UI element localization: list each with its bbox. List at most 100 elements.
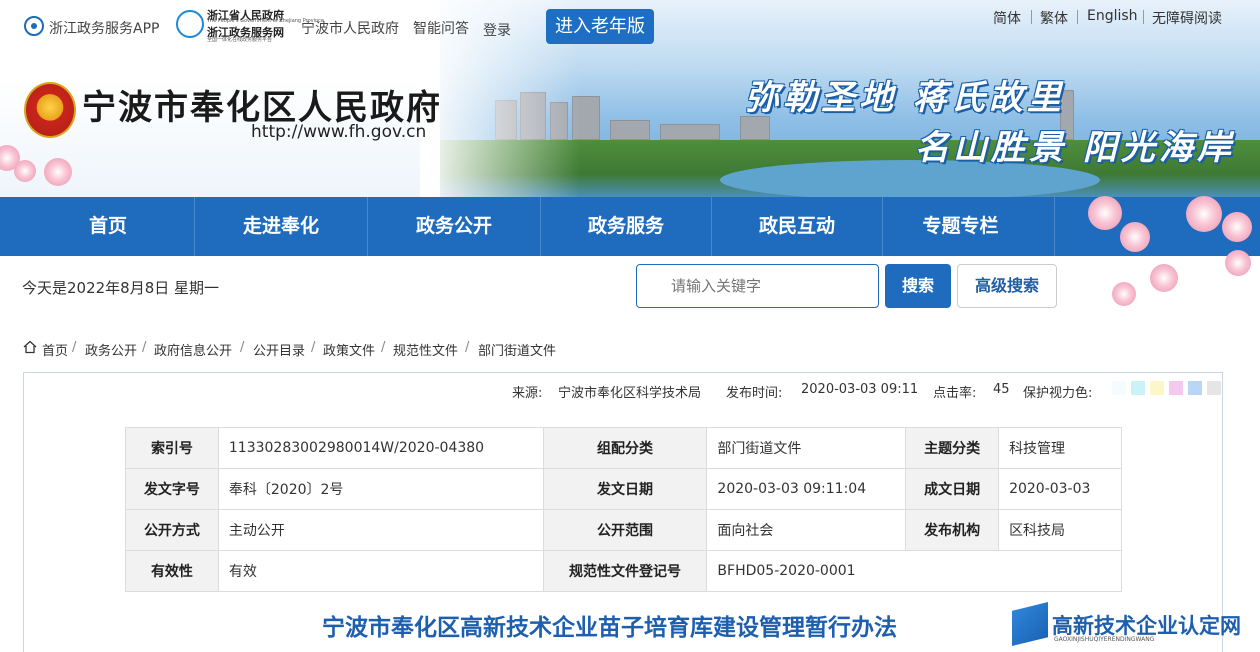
source-label: 来源: <box>512 386 543 401</box>
table-key: 组配分类 <box>542 427 708 469</box>
breadcrumb-separator: / <box>142 340 147 355</box>
site-url: http://www.fh.gov.cn <box>251 122 427 142</box>
breadcrumb-separator: / <box>240 340 245 355</box>
lang-english-link[interactable]: English <box>1087 8 1138 24</box>
source-value: 宁波市奉化区科学技术局 <box>558 386 702 401</box>
nav-special-topics[interactable]: 专题专栏 <box>883 197 1038 256</box>
accessibility-link[interactable]: 无障碍阅读 <box>1152 8 1222 28</box>
home-icon <box>23 340 37 354</box>
table-row: 索引号 11330283002980014W/2020-04380 组配分类 部… <box>125 427 1122 469</box>
table-key: 公开范围 <box>542 509 708 551</box>
eye-care-swatch[interactable] <box>1207 381 1221 395</box>
table-value: 部门街道文件 <box>706 427 907 469</box>
eye-care-swatch[interactable] <box>1169 381 1183 395</box>
blossom-decoration <box>1120 222 1150 252</box>
mobile-app-icon[interactable] <box>24 16 44 36</box>
site-header: 弥勒圣地 蒋氏故里 名山胜景 阳光海岸 浙江政务服务APP 浙江省人民政府 Th… <box>0 0 1260 197</box>
blossom-decoration <box>1088 196 1122 230</box>
search-button[interactable]: 搜索 <box>885 264 951 308</box>
table-value: 2020-03-03 09:11:04 <box>706 468 907 510</box>
breadcrumb-item[interactable]: 首页 <box>42 340 68 359</box>
blossom-decoration <box>1222 212 1252 242</box>
nav-home[interactable]: 首页 <box>22 197 194 256</box>
breadcrumb-item[interactable]: 政策文件 <box>323 340 375 359</box>
table-value: 2020-03-03 <box>998 468 1122 510</box>
blossom-decoration <box>1186 196 1222 232</box>
breadcrumb-separator: / <box>465 340 470 355</box>
blossom-decoration <box>44 158 72 186</box>
banner-building <box>610 120 650 140</box>
table-value: 区科技局 <box>998 509 1122 551</box>
app-link[interactable]: 浙江政务服务APP <box>49 18 159 38</box>
table-value: 面向社会 <box>706 509 907 551</box>
banner-building <box>740 116 770 140</box>
main-nav: 首页 走进奉化 政务公开 政务服务 政民互动 专题专栏 <box>0 197 1260 256</box>
nav-interaction[interactable]: 政民互动 <box>712 197 882 256</box>
breadcrumb-item[interactable]: 政府信息公开 <box>154 340 232 359</box>
table-key: 规范性文件登记号 <box>542 550 708 592</box>
publish-label: 发布时间: <box>726 386 783 401</box>
table-value: 奉科〔2020〕2号 <box>217 468 544 510</box>
table-value: 主动公开 <box>217 509 544 551</box>
divider <box>1031 10 1032 24</box>
slogan-line1: 弥勒圣地 蒋氏故里 <box>745 78 1065 118</box>
banner-building <box>660 124 720 140</box>
blossom-decoration <box>1150 264 1178 292</box>
table-key: 发文字号 <box>125 468 219 510</box>
zj-logo-line2-en: 全国一体化在线政务服务平台 <box>207 37 273 43</box>
table-key: 索引号 <box>125 427 219 469</box>
table-row: 发文字号 奉科〔2020〕2号 发文日期 2020-03-03 09:11:04… <box>125 468 1122 510</box>
table-key: 发布机构 <box>905 509 1000 551</box>
divider <box>1077 10 1078 24</box>
breadcrumb-separator: / <box>72 340 77 355</box>
breadcrumb-separator: / <box>311 340 316 355</box>
publish-value: 2020-03-03 09:11 <box>801 382 919 397</box>
blossom-decoration <box>14 160 36 182</box>
breadcrumb-item[interactable]: 公开目录 <box>253 340 305 359</box>
table-value: 科技管理 <box>998 427 1122 469</box>
info-table: 索引号 11330283002980014W/2020-04380 组配分类 部… <box>125 427 1122 592</box>
ningbo-gov-link[interactable]: 宁波市人民政府 <box>301 18 399 38</box>
breadcrumb-item[interactable]: 政务公开 <box>85 340 137 359</box>
blossom-decoration <box>1112 282 1136 306</box>
eye-care-swatch[interactable] <box>1150 381 1164 395</box>
lang-simplified-link[interactable]: 简体 <box>993 8 1021 28</box>
document-title: 宁波市奉化区高新技术企业苗子培育库建设管理暂行办法 <box>322 615 897 641</box>
breadcrumb-separator: / <box>381 340 386 355</box>
login-link[interactable]: 登录 <box>483 20 511 40</box>
watermark-subtext: GAOXINJISHUQIYERENDINGWANG <box>1054 636 1155 643</box>
hits-label: 点击率: <box>933 386 977 401</box>
current-date: 今天是2022年8月8日 星期一 <box>22 279 220 297</box>
qa-link[interactable]: 智能问答 <box>413 18 469 38</box>
hits-value: 45 <box>993 382 1010 397</box>
table-value: BFHD05-2020-0001 <box>706 550 1122 592</box>
table-key: 成文日期 <box>905 468 1000 510</box>
table-key: 主题分类 <box>905 427 1000 469</box>
page: 弥勒圣地 蒋氏故里 名山胜景 阳光海岸 浙江政务服务APP 浙江省人民政府 Th… <box>0 0 1260 652</box>
nav-about-fenghua[interactable]: 走进奉化 <box>195 197 367 256</box>
table-key: 发文日期 <box>542 468 708 510</box>
eye-care-swatch[interactable] <box>1188 381 1202 395</box>
nav-gov-services[interactable]: 政务服务 <box>541 197 711 256</box>
eye-care-swatch[interactable] <box>1112 381 1126 395</box>
nav-gov-affairs-open[interactable]: 政务公开 <box>368 197 540 256</box>
blossom-decoration <box>1225 250 1251 276</box>
zhejiang-logo-icon[interactable] <box>176 10 204 38</box>
breadcrumb-item[interactable]: 规范性文件 <box>393 340 458 359</box>
elder-mode-button[interactable]: 进入老年版 <box>546 9 654 44</box>
advanced-search-button[interactable]: 高级搜索 <box>957 264 1057 308</box>
table-row: 有效性 有效 规范性文件登记号 BFHD05-2020-0001 <box>125 550 1122 592</box>
divider <box>1054 197 1055 256</box>
table-key: 公开方式 <box>125 509 219 551</box>
divider <box>1143 10 1144 24</box>
breadcrumb-item[interactable]: 部门街道文件 <box>478 340 556 359</box>
national-emblem-icon <box>24 82 76 138</box>
eye-care-swatch[interactable] <box>1131 381 1145 395</box>
table-value: 11330283002980014W/2020-04380 <box>217 427 544 469</box>
slogan-line2: 名山胜景 阳光海岸 <box>915 128 1235 168</box>
table-key: 有效性 <box>125 550 219 592</box>
search-input[interactable] <box>636 264 879 308</box>
lang-traditional-link[interactable]: 繁体 <box>1040 8 1068 28</box>
table-value: 有效 <box>217 550 544 592</box>
eye-care-label: 保护视力色: <box>1023 386 1093 401</box>
